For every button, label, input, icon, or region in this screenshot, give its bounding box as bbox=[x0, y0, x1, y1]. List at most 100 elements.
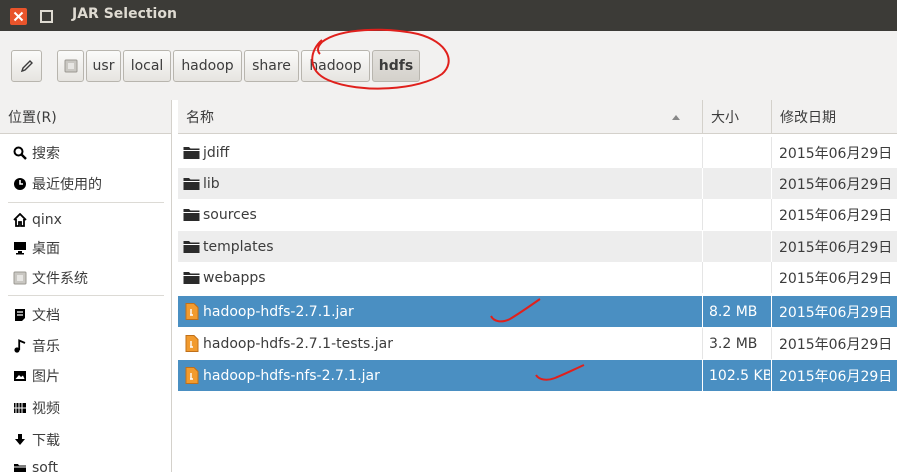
column-header-name[interactable]: 名称 bbox=[178, 100, 702, 134]
places-header[interactable]: 位置(R) bbox=[0, 100, 171, 134]
close-icon bbox=[13, 11, 24, 22]
sidebar-item-music[interactable]: 音乐 bbox=[0, 330, 171, 361]
column-name-label: 名称 bbox=[186, 109, 214, 126]
sidebar-divider bbox=[8, 202, 164, 203]
file-name: templates bbox=[203, 238, 274, 255]
sidebar-item-label: 文件系统 bbox=[32, 270, 88, 287]
file-name: jdiff bbox=[203, 144, 230, 161]
path-segment-usr[interactable]: usr bbox=[86, 50, 121, 82]
drive-icon bbox=[64, 59, 77, 73]
file-size: 102.5 KB bbox=[702, 360, 770, 391]
folder-icon bbox=[183, 175, 200, 192]
edit-location-button[interactable] bbox=[11, 50, 42, 82]
videos-icon bbox=[13, 401, 27, 415]
folder-icon bbox=[183, 269, 200, 286]
sidebar-item-label: 搜索 bbox=[32, 145, 60, 162]
file-row-lib[interactable]: lib 2015年06月29日 bbox=[178, 168, 897, 199]
window-title: JAR Selection bbox=[72, 6, 177, 22]
desktop-icon bbox=[13, 241, 27, 255]
path-segment-hadoop[interactable]: hadoop bbox=[173, 50, 242, 82]
places-sidebar: 位置(R) 搜索 最近使用的 qinx 桌面 文件系统 文档 音乐 图片 视频 … bbox=[0, 100, 172, 472]
sidebar-item-soft[interactable]: soft bbox=[0, 452, 171, 472]
sidebar-item-videos[interactable]: 视频 bbox=[0, 392, 171, 423]
recent-icon bbox=[13, 177, 27, 191]
sidebar-item-label: 视频 bbox=[32, 400, 60, 417]
file-list: 名称 大小 修改日期 jdiff 2015年06月29日 lib 2015年06… bbox=[178, 100, 897, 472]
folder-icon bbox=[183, 144, 200, 161]
filesystem-icon bbox=[13, 271, 27, 285]
close-button[interactable] bbox=[10, 8, 27, 25]
sidebar-item-desktop[interactable]: 桌面 bbox=[0, 232, 171, 263]
file-name: hadoop-hdfs-nfs-2.7.1.jar bbox=[203, 367, 380, 384]
file-size: 8.2 MB bbox=[702, 296, 770, 327]
sort-ascending-icon bbox=[672, 115, 680, 120]
sidebar-item-pictures[interactable]: 图片 bbox=[0, 360, 171, 391]
file-size bbox=[702, 168, 770, 199]
sidebar-item-label: 图片 bbox=[32, 368, 60, 385]
pictures-icon bbox=[13, 369, 27, 383]
path-bar: usr local hadoop share hadoop hdfs bbox=[0, 31, 897, 100]
file-date: 2015年06月29日 bbox=[771, 199, 897, 230]
file-name: sources bbox=[203, 206, 257, 223]
folder-icon bbox=[183, 206, 200, 223]
folder-icon bbox=[183, 238, 200, 255]
file-date: 2015年06月29日 bbox=[771, 262, 897, 293]
music-icon bbox=[13, 338, 27, 353]
sidebar-item-label: 下载 bbox=[32, 432, 60, 449]
file-size: 3.2 MB bbox=[702, 328, 770, 359]
maximize-button[interactable] bbox=[38, 8, 55, 25]
jar-file-icon bbox=[183, 367, 200, 384]
folder-icon bbox=[13, 461, 27, 472]
home-icon bbox=[13, 212, 27, 227]
sidebar-item-label: 最近使用的 bbox=[32, 176, 102, 193]
sidebar-item-label: soft bbox=[32, 459, 59, 472]
sidebar-item-label: 音乐 bbox=[32, 338, 60, 355]
file-row-sources[interactable]: sources 2015年06月29日 bbox=[178, 199, 897, 230]
file-row-hadoop-hdfs-nfs-jar[interactable]: hadoop-hdfs-nfs-2.7.1.jar 102.5 KB 2015年… bbox=[178, 360, 897, 391]
column-header-date[interactable]: 修改日期 bbox=[771, 100, 897, 134]
file-size bbox=[702, 262, 770, 293]
file-row-jdiff[interactable]: jdiff 2015年06月29日 bbox=[178, 137, 897, 168]
file-name: lib bbox=[203, 175, 220, 192]
path-segment-hdfs[interactable]: hdfs bbox=[372, 50, 420, 82]
path-segment-share[interactable]: share bbox=[244, 50, 299, 82]
sidebar-item-documents[interactable]: 文档 bbox=[0, 299, 171, 330]
file-row-templates[interactable]: templates 2015年06月29日 bbox=[178, 231, 897, 262]
file-date: 2015年06月29日 bbox=[771, 137, 897, 168]
file-date: 2015年06月29日 bbox=[771, 328, 897, 359]
sidebar-item-label: qinx bbox=[32, 211, 62, 228]
jar-file-icon bbox=[183, 335, 200, 352]
file-name: hadoop-hdfs-2.7.1-tests.jar bbox=[203, 335, 393, 352]
file-date: 2015年06月29日 bbox=[771, 296, 897, 327]
sidebar-item-search[interactable]: 搜索 bbox=[0, 137, 171, 168]
sidebar-item-downloads[interactable]: 下载 bbox=[0, 424, 171, 455]
download-icon bbox=[13, 433, 27, 447]
file-date: 2015年06月29日 bbox=[771, 360, 897, 391]
documents-icon bbox=[13, 308, 27, 322]
jar-file-icon bbox=[183, 303, 200, 320]
sidebar-item-filesystem[interactable]: 文件系统 bbox=[0, 262, 171, 293]
sidebar-item-home[interactable]: qinx bbox=[0, 204, 171, 235]
file-date: 2015年06月29日 bbox=[771, 168, 897, 199]
file-date: 2015年06月29日 bbox=[771, 231, 897, 262]
file-name: hadoop-hdfs-2.7.1.jar bbox=[203, 303, 354, 320]
filesystem-root-button[interactable] bbox=[57, 50, 84, 82]
sidebar-item-label: 文档 bbox=[32, 307, 60, 324]
column-date-label: 修改日期 bbox=[780, 109, 836, 126]
column-size-label: 大小 bbox=[711, 109, 739, 126]
file-row-hadoop-hdfs-tests-jar[interactable]: hadoop-hdfs-2.7.1-tests.jar 3.2 MB 2015年… bbox=[178, 328, 897, 359]
path-segment-hadoop-2[interactable]: hadoop bbox=[301, 50, 370, 82]
file-row-hadoop-hdfs-jar[interactable]: hadoop-hdfs-2.7.1.jar 8.2 MB 2015年06月29日 bbox=[178, 296, 897, 327]
sidebar-item-label: 桌面 bbox=[32, 240, 60, 257]
column-header-size[interactable]: 大小 bbox=[702, 100, 771, 134]
title-bar: JAR Selection bbox=[0, 0, 897, 31]
sidebar-item-recent[interactable]: 最近使用的 bbox=[0, 168, 171, 199]
file-name: webapps bbox=[203, 269, 266, 286]
file-size bbox=[702, 199, 770, 230]
maximize-icon bbox=[40, 10, 53, 23]
pencil-icon bbox=[20, 60, 33, 73]
path-segment-local[interactable]: local bbox=[123, 50, 171, 82]
file-size bbox=[702, 231, 770, 262]
file-row-webapps[interactable]: webapps 2015年06月29日 bbox=[178, 262, 897, 293]
search-icon bbox=[13, 146, 27, 160]
